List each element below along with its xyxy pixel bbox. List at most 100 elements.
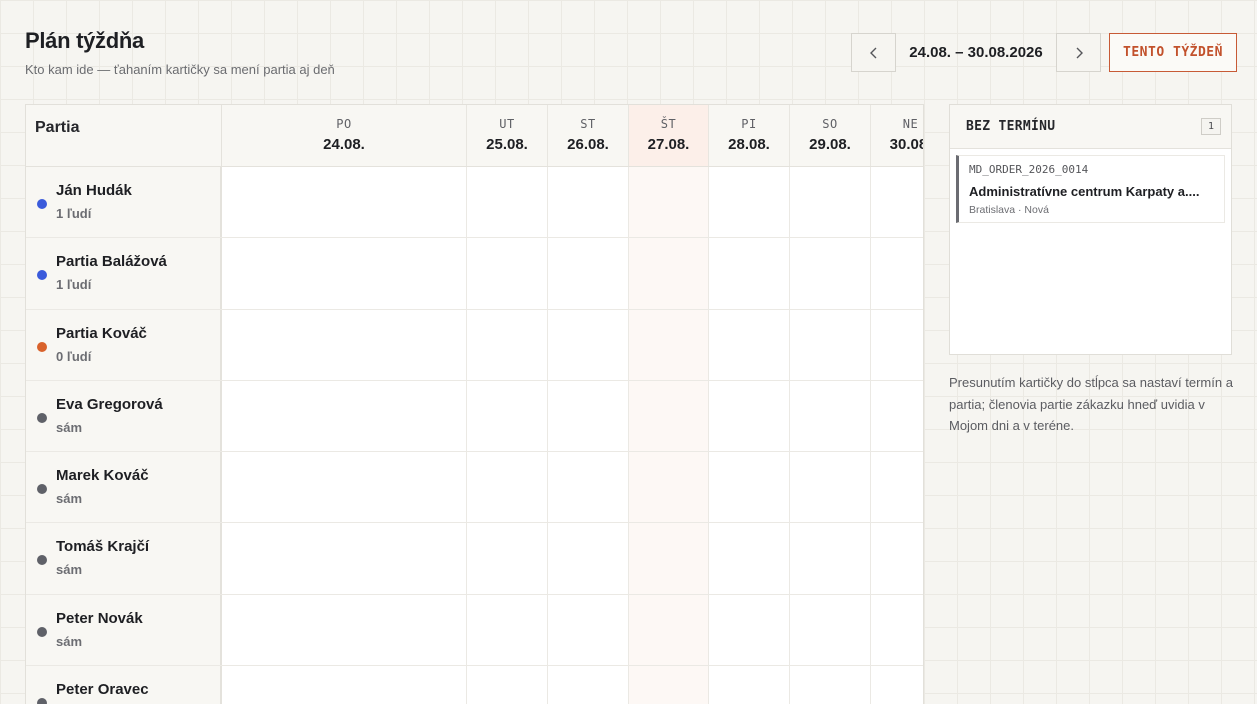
party-cell: Partia Balážová 1 ľudí bbox=[26, 238, 222, 309]
schedule-drop-cell[interactable] bbox=[467, 238, 548, 309]
grid-header-row: Partia PO 24.08. UT 25.08. ST 26.08. ŠT … bbox=[26, 105, 923, 167]
party-member-count: sám bbox=[56, 419, 83, 435]
day-header-po: PO 24.08. bbox=[222, 105, 467, 166]
schedule-drop-cell[interactable] bbox=[629, 167, 709, 238]
schedule-drop-cell[interactable] bbox=[629, 238, 709, 309]
schedule-drop-cell[interactable] bbox=[709, 666, 790, 704]
schedule-drop-cell[interactable] bbox=[790, 238, 871, 309]
schedule-drop-cell[interactable] bbox=[871, 452, 923, 523]
schedule-drop-cell[interactable] bbox=[629, 666, 709, 704]
party-row: Peter Oravec bbox=[26, 666, 923, 704]
schedule-drop-cell[interactable] bbox=[790, 594, 871, 666]
party-column-header: Partia bbox=[26, 105, 222, 166]
schedule-drop-cell[interactable] bbox=[629, 452, 709, 523]
schedule-drop-cell[interactable] bbox=[629, 523, 709, 594]
schedule-drop-cell[interactable] bbox=[790, 666, 871, 704]
schedule-drop-cell[interactable] bbox=[871, 594, 923, 666]
schedule-drop-cell[interactable] bbox=[222, 666, 467, 704]
schedule-drop-cell[interactable] bbox=[548, 380, 629, 452]
schedule-drop-cell[interactable] bbox=[222, 309, 467, 380]
party-color-dot bbox=[37, 484, 47, 495]
schedule-drop-cell[interactable] bbox=[548, 167, 629, 238]
schedule-drop-cell[interactable] bbox=[709, 238, 790, 309]
day-date: 24.08. bbox=[323, 136, 365, 153]
grid-body: Ján Hudák 1 ľudí Partia Balážová 1 ľudí Part… bbox=[26, 167, 923, 704]
order-card[interactable]: MD_ORDER_2026_0014 Administratívne centr… bbox=[956, 155, 1225, 223]
schedule-drop-cell[interactable] bbox=[709, 380, 790, 452]
party-row: Marek Kováč sám bbox=[26, 452, 923, 524]
party-row: Eva Gregorová sám bbox=[26, 380, 923, 453]
schedule-drop-cell[interactable] bbox=[790, 167, 871, 238]
schedule-drop-cell[interactable] bbox=[548, 666, 629, 704]
party-cell: Partia Kováč 0 ľudí bbox=[26, 309, 222, 380]
schedule-drop-cell[interactable] bbox=[548, 309, 629, 380]
schedule-drop-cell[interactable] bbox=[871, 238, 923, 309]
schedule-drop-cell[interactable] bbox=[790, 380, 871, 452]
party-name: Partia Balážová bbox=[56, 253, 167, 271]
party-cell: Marek Kováč sám bbox=[26, 452, 222, 523]
schedule-drop-cell[interactable] bbox=[467, 594, 548, 666]
schedule-drop-cell[interactable] bbox=[548, 452, 629, 523]
party-member-count: sám bbox=[56, 491, 83, 507]
week-navigation: 24.08. – 30.08.2026 TENTO TÝŽDEŇ bbox=[851, 33, 1237, 72]
order-title: Administratívne centrum Karpaty a.... bbox=[969, 184, 1200, 199]
schedule-drop-cell[interactable] bbox=[222, 238, 467, 309]
next-week-button[interactable] bbox=[1056, 33, 1101, 72]
prev-week-button[interactable] bbox=[851, 33, 896, 72]
schedule-drop-cell[interactable] bbox=[871, 523, 923, 594]
schedule-drop-cell[interactable] bbox=[629, 309, 709, 380]
day-header-so: SO 29.08. bbox=[790, 105, 871, 166]
schedule-drop-cell[interactable] bbox=[222, 452, 467, 523]
party-member-count: 1 ľudí bbox=[56, 206, 92, 221]
party-name: Peter Novák bbox=[56, 609, 143, 627]
day-header-ne: NE 30.08. bbox=[871, 105, 923, 166]
party-row: Peter Novák sám bbox=[26, 594, 923, 667]
schedule-drop-cell[interactable] bbox=[629, 594, 709, 666]
schedule-drop-cell[interactable] bbox=[548, 238, 629, 309]
day-name: UT bbox=[499, 117, 515, 131]
this-week-button[interactable]: TENTO TÝŽDEŇ bbox=[1109, 33, 1237, 72]
schedule-drop-cell[interactable] bbox=[548, 594, 629, 666]
unscheduled-panel-header: BEZ TERMÍNU 1 bbox=[950, 105, 1231, 149]
schedule-drop-cell[interactable] bbox=[222, 380, 467, 452]
day-name: PO bbox=[336, 117, 352, 131]
party-color-dot bbox=[37, 341, 47, 352]
schedule-drop-cell[interactable] bbox=[871, 167, 923, 238]
schedule-drop-cell[interactable] bbox=[709, 309, 790, 380]
party-cell: Eva Gregorová sám bbox=[26, 380, 222, 452]
schedule-drop-cell[interactable] bbox=[548, 523, 629, 594]
schedule-drop-cell[interactable] bbox=[790, 452, 871, 523]
party-name: Eva Gregorová bbox=[56, 395, 163, 413]
schedule-grid: Partia PO 24.08. UT 25.08. ST 26.08. ŠT … bbox=[25, 104, 924, 704]
schedule-drop-cell[interactable] bbox=[222, 594, 467, 666]
day-name: PI bbox=[741, 117, 757, 131]
party-member-count: sám bbox=[56, 562, 83, 578]
schedule-drop-cell[interactable] bbox=[709, 167, 790, 238]
chevron-left-icon bbox=[869, 47, 876, 58]
schedule-drop-cell[interactable] bbox=[467, 167, 548, 238]
schedule-drop-cell[interactable] bbox=[629, 380, 709, 452]
schedule-drop-cell[interactable] bbox=[467, 452, 548, 523]
party-row: Tomáš Krajčí sám bbox=[26, 523, 923, 595]
schedule-drop-cell[interactable] bbox=[709, 452, 790, 523]
schedule-drop-cell[interactable] bbox=[467, 309, 548, 380]
party-cell: Peter Oravec bbox=[26, 666, 222, 704]
schedule-drop-cell[interactable] bbox=[790, 523, 871, 594]
schedule-drop-cell[interactable] bbox=[467, 666, 548, 704]
party-name: Marek Kováč bbox=[56, 467, 149, 485]
schedule-drop-cell[interactable] bbox=[871, 309, 923, 380]
week-range-label: 24.08. – 30.08.2026 bbox=[909, 44, 1043, 61]
schedule-drop-cell[interactable] bbox=[467, 523, 548, 594]
unscheduled-title: BEZ TERMÍNU bbox=[966, 119, 1056, 134]
unscheduled-count-badge: 1 bbox=[1200, 118, 1221, 135]
day-date: 30.08. bbox=[889, 136, 923, 153]
schedule-drop-cell[interactable] bbox=[871, 666, 923, 704]
schedule-drop-cell[interactable] bbox=[222, 167, 467, 238]
schedule-drop-cell[interactable] bbox=[709, 594, 790, 666]
schedule-drop-cell[interactable] bbox=[790, 309, 871, 380]
schedule-drop-cell[interactable] bbox=[709, 523, 790, 594]
day-name: ŠT bbox=[660, 117, 677, 131]
schedule-drop-cell[interactable] bbox=[467, 380, 548, 452]
schedule-drop-cell[interactable] bbox=[222, 523, 467, 594]
schedule-drop-cell[interactable] bbox=[871, 380, 923, 452]
